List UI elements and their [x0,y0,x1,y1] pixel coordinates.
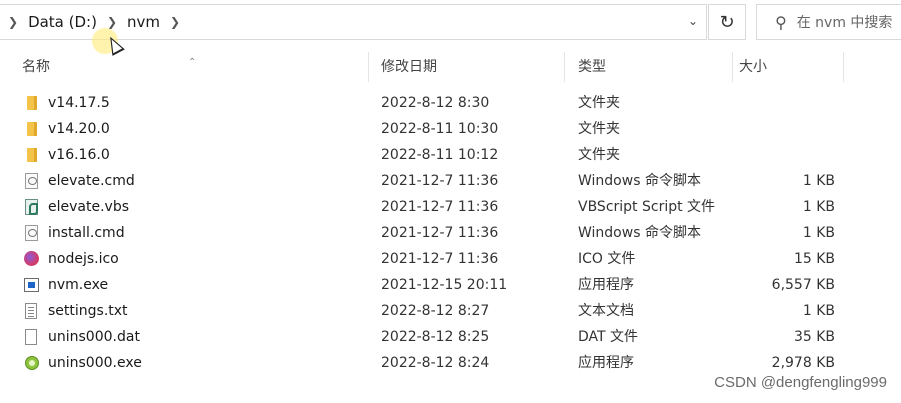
column-name[interactable]: 名称 ⌃ [0,52,369,82]
file-row[interactable]: elevate.cmd 2021-12-7 11:36 Windows 命令脚本 1 … [0,168,901,194]
column-date[interactable]: 修改日期 [369,52,565,82]
file-date: 2022-8-11 10:30 [381,121,499,137]
folder-icon [27,122,37,136]
file-row[interactable]: v14.17.5 2022-8-12 8:30 文件夹 [0,90,901,116]
file-name: v16.16.0 [48,147,110,163]
nodejs-icon [24,251,39,266]
file-type: 文本文档 [578,303,634,319]
file-type: 文件夹 [578,147,620,163]
breadcrumb-drive[interactable]: Data (D:) [26,13,99,31]
top-bar: ❯ Data (D:) ❯ nvm ❯ ⌄ ↻ ⚲ 在 nvm 中搜索 [0,0,901,46]
file-size: 35 KB [793,329,835,345]
file-size: 1 KB [802,303,835,319]
file-row[interactable]: install.cmd 2021-12-7 11:36 Windows 命令脚本 1 … [0,220,901,246]
file-name: elevate.cmd [48,173,135,189]
refresh-button[interactable]: ↻ [708,4,746,40]
breadcrumb-folder[interactable]: nvm [125,13,162,31]
file-size: 1 KB [802,173,835,189]
file-date: 2021-12-7 11:36 [381,251,499,267]
chevron-right-icon: ❯ [8,15,19,29]
file-date: 2021-12-15 20:11 [381,277,508,293]
file-size: 1 KB [802,199,835,215]
file-type: 应用程序 [578,355,634,371]
file-type: Windows 命令脚本 [578,225,701,241]
vbs-file-icon [25,199,38,215]
file-date: 2021-12-7 11:36 [381,225,499,241]
file-type: DAT 文件 [578,329,639,345]
file-row[interactable]: unins000.dat 2022-8-12 8:25 DAT 文件 35 KB [0,324,901,350]
column-size-label: 大小 [739,59,767,75]
file-type: ICO 文件 [578,251,636,267]
cmd-file-icon [25,173,38,189]
file-date: 2022-8-12 8:24 [381,355,490,371]
watermark: CSDN @dengfengling999 [714,374,887,391]
file-row[interactable]: elevate.vbs 2021-12-7 11:36 VBScript Scrip… [0,194,901,220]
folder-icon [27,96,37,110]
file-date: 2022-8-11 10:12 [381,147,499,163]
cmd-file-icon [25,225,38,241]
file-type: Windows 命令脚本 [578,173,701,189]
file-date: 2022-8-12 8:25 [381,329,490,345]
file-row[interactable]: nodejs.ico 2021-12-7 11:36 ICO 文件 15 KB [0,246,901,272]
search-placeholder: 在 nvm 中搜索 [796,15,893,31]
column-size[interactable]: 大小 [733,52,844,82]
installer-icon [25,356,39,370]
column-header: 名称 ⌃ 修改日期 类型 大小 [0,52,901,82]
file-row[interactable]: unins000.exe 2022-8-12 8:24 应用程序 2,978 KB [0,350,901,376]
column-name-label: 名称 [22,59,50,75]
file-name: nodejs.ico [48,251,119,267]
file-name: install.cmd [48,225,125,241]
file-list: v14.17.5 2022-8-12 8:30 文件夹 v14.20.0 2022-8-… [0,90,901,376]
column-type-label: 类型 [578,59,606,75]
column-date-label: 修改日期 [381,59,437,75]
search-icon: ⚲ [775,12,787,32]
file-name: elevate.vbs [48,199,129,215]
file-date: 2022-8-12 8:30 [381,95,490,111]
folder-icon [27,148,37,162]
file-name: nvm.exe [48,277,109,293]
file-row[interactable]: v16.16.0 2022-8-11 10:12 文件夹 [0,142,901,168]
file-size: 1 KB [802,225,835,241]
file-type: 应用程序 [578,277,634,293]
file-size: 2,978 KB [771,355,835,371]
sort-up-icon: ⌃ [188,57,197,68]
file-row[interactable]: v14.20.0 2022-8-11 10:30 文件夹 [0,116,901,142]
file-name: unins000.dat [48,329,140,345]
file-type: 文件夹 [578,121,620,137]
exe-file-icon [24,278,39,292]
file-name: v14.20.0 [48,121,110,137]
chevron-right-icon: ❯ [106,15,118,29]
file-name: unins000.exe [48,355,142,371]
file-row[interactable]: settings.txt 2022-8-12 8:27 文本文档 1 KB [0,298,901,324]
file-size: 6,557 KB [771,277,835,293]
file-size: 15 KB [793,251,835,267]
file-date: 2022-8-12 8:27 [381,303,490,319]
search-box[interactable]: ⚲ 在 nvm 中搜索 [756,4,901,40]
column-type[interactable]: 类型 [565,52,733,82]
file-name: v14.17.5 [48,95,110,111]
refresh-icon: ↻ [719,11,735,33]
file-name: settings.txt [48,303,128,319]
chevron-right-icon[interactable]: ❯ [170,15,180,29]
file-type: VBScript Script 文件 [578,199,716,215]
text-file-icon [25,303,37,319]
file-type: 文件夹 [578,95,620,111]
file-date: 2021-12-7 11:36 [381,173,499,189]
chevron-down-icon[interactable]: ⌄ [688,14,698,28]
dat-file-icon [25,329,37,345]
file-date: 2021-12-7 11:36 [381,199,499,215]
file-row[interactable]: nvm.exe 2021-12-15 20:11 应用程序 6,557 KB [0,272,901,298]
